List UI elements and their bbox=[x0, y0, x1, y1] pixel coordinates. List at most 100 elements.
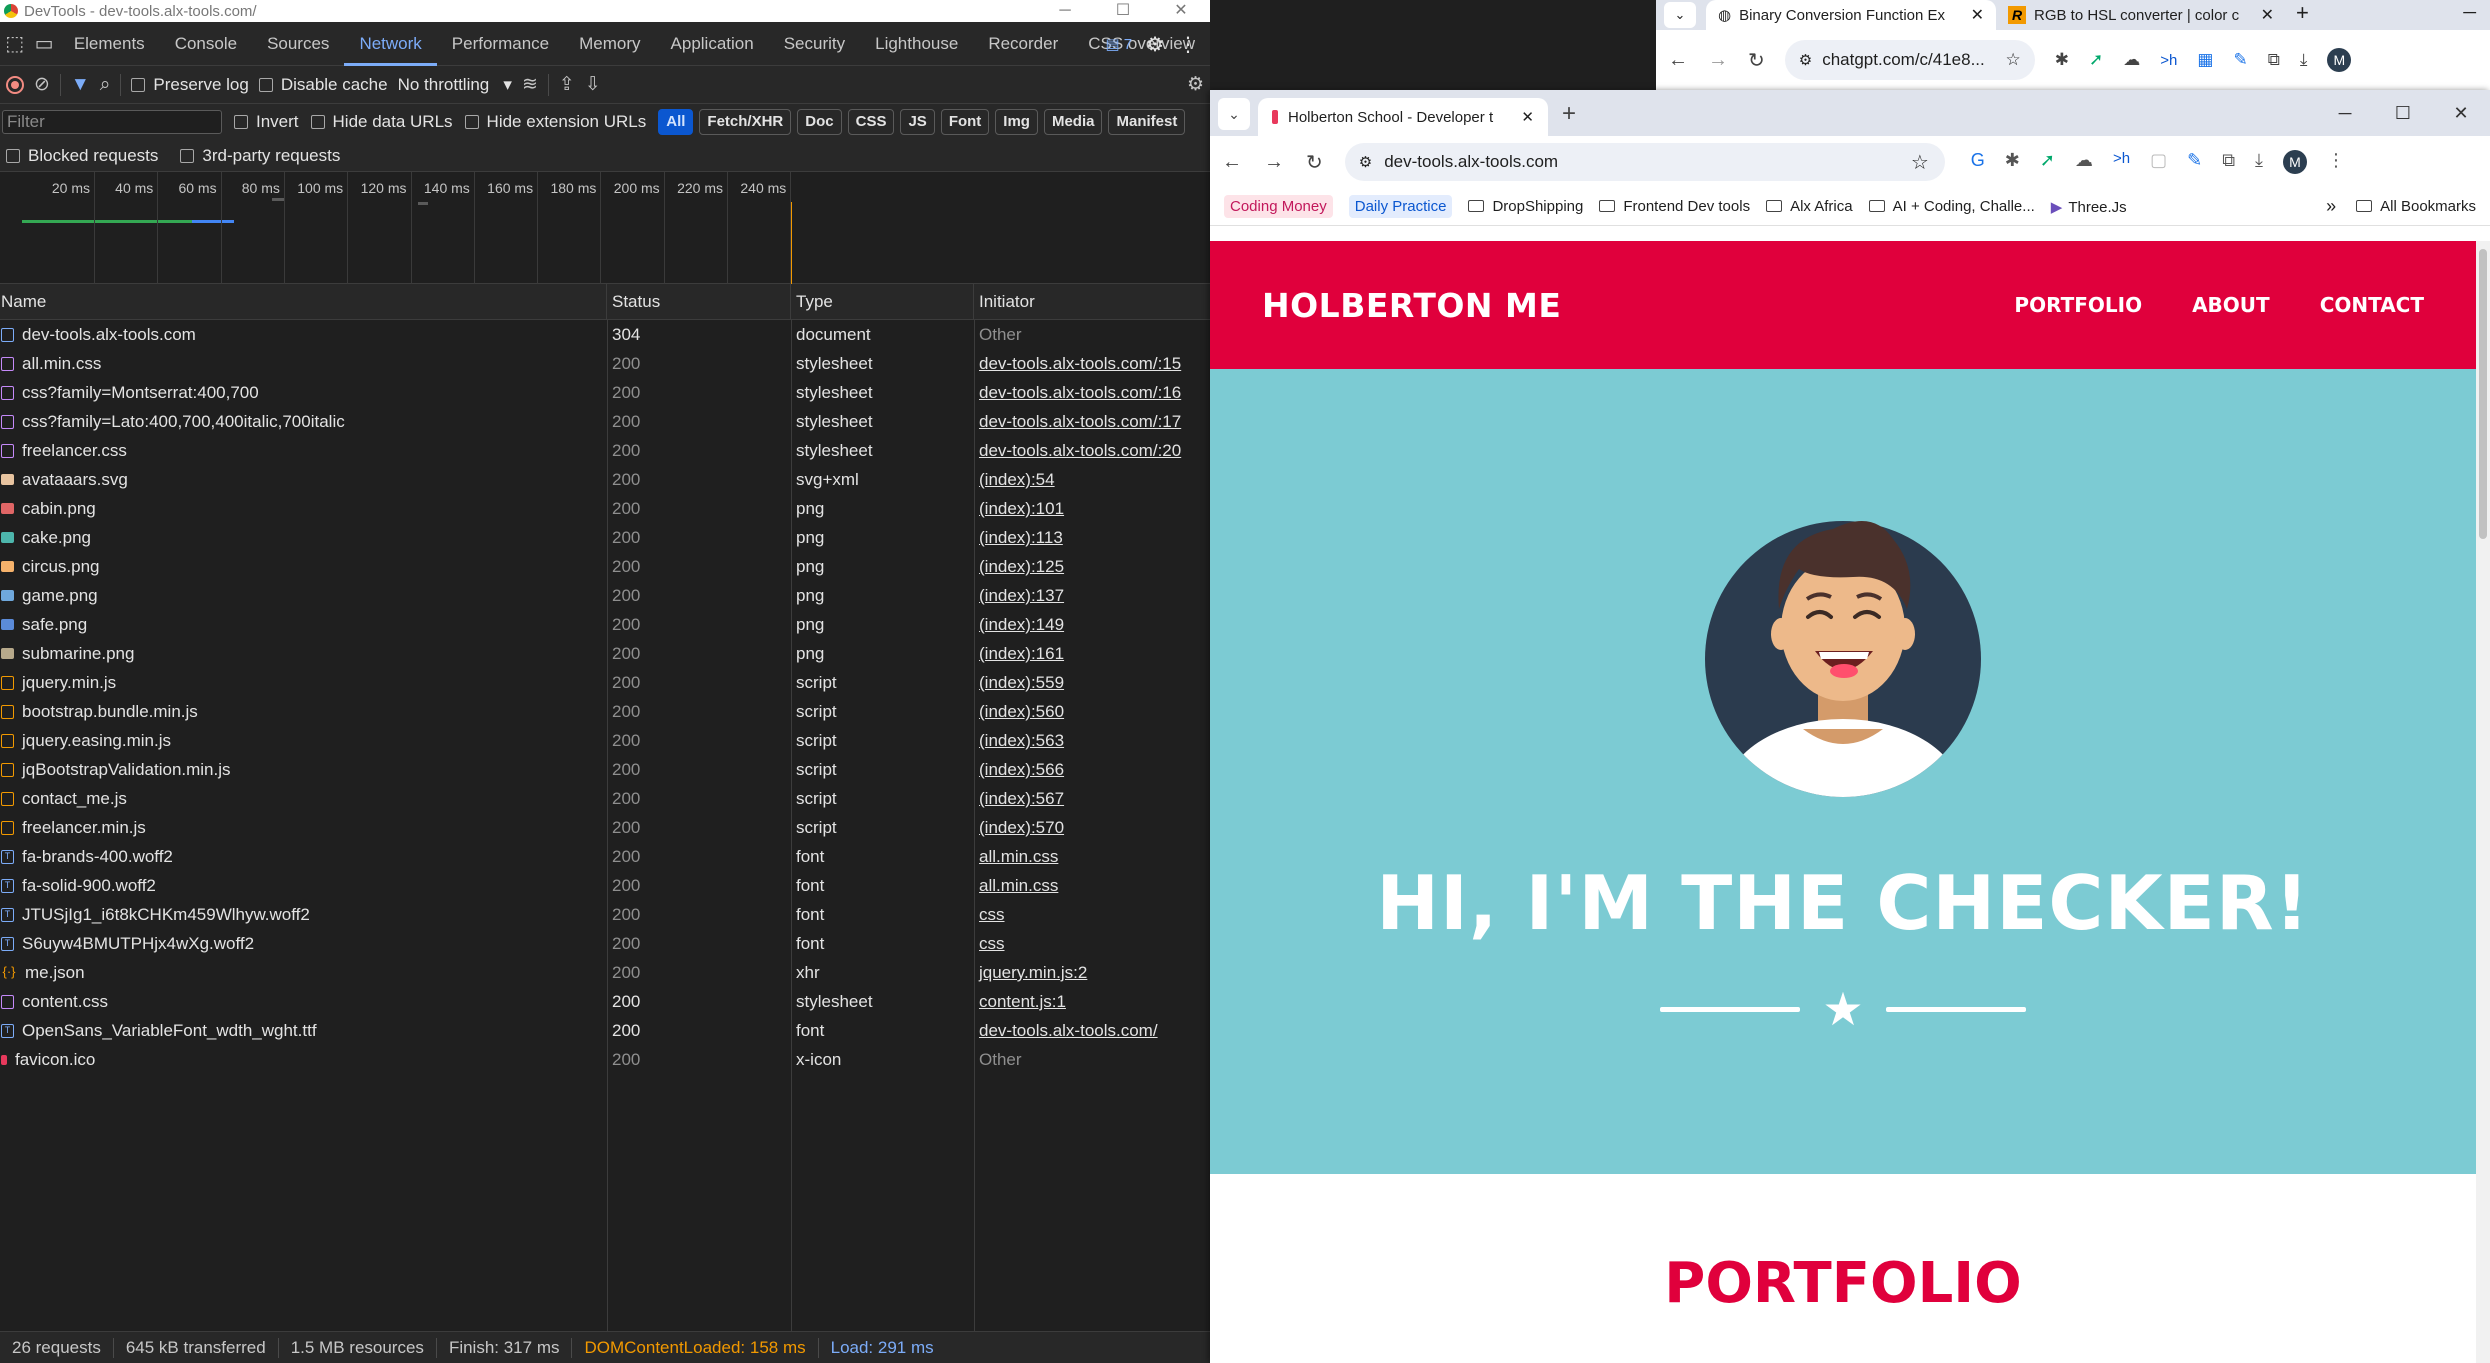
request-row[interactable]: css?family=Lato:400,700,400italic,700ita… bbox=[0, 407, 1210, 436]
type-filter-fetch-xhr[interactable]: Fetch/XHR bbox=[699, 109, 792, 135]
browser-menu-icon[interactable]: ⋮ bbox=[2327, 150, 2345, 174]
type-filter-css[interactable]: CSS bbox=[847, 109, 895, 135]
bookmark-star-icon[interactable]: ☆ bbox=[2006, 50, 2021, 70]
extension-grid-icon[interactable]: ▦ bbox=[2197, 50, 2213, 70]
downloads-icon[interactable]: ⤓ bbox=[2255, 150, 2263, 174]
request-name-cell[interactable]: circus.png bbox=[0, 552, 607, 581]
request-row[interactable]: contact_me.js 200 script (index):567 bbox=[0, 784, 1210, 813]
tab-performance[interactable]: Performance bbox=[437, 22, 564, 66]
request-row[interactable]: T JTUSjIg1_i6t8kCHKm459Wlhyw.woff2 200 font… bbox=[0, 900, 1210, 929]
request-initiator[interactable]: (index):563 bbox=[974, 726, 1210, 755]
bookmark-folder-alx-africa[interactable]: Alx Africa bbox=[1766, 198, 1853, 215]
tab-sources[interactable]: Sources bbox=[252, 22, 344, 66]
extension-cursor-icon[interactable]: ➚ bbox=[2089, 50, 2103, 70]
tab-recorder[interactable]: Recorder bbox=[973, 22, 1073, 66]
extension-h-icon[interactable]: >h bbox=[2113, 150, 2130, 174]
request-name-cell[interactable]: jquery.easing.min.js bbox=[0, 726, 607, 755]
minimize-icon[interactable]: ─ bbox=[2316, 90, 2374, 136]
tab-console[interactable]: Console bbox=[160, 22, 252, 66]
request-initiator[interactable]: (index):149 bbox=[974, 610, 1210, 639]
export-har-icon[interactable]: ⇩ bbox=[585, 73, 601, 96]
request-name-cell[interactable]: safe.png bbox=[0, 610, 607, 639]
request-name-cell[interactable]: jquery.min.js bbox=[0, 668, 607, 697]
request-name-cell[interactable]: cabin.png bbox=[0, 494, 607, 523]
device-toolbar-icon[interactable]: ▭ bbox=[29, 22, 58, 66]
request-initiator[interactable]: css bbox=[974, 929, 1210, 958]
request-name-cell[interactable]: Tfa-brands-400.woff2 bbox=[0, 842, 607, 871]
request-initiator[interactable]: all.min.css bbox=[974, 842, 1210, 871]
request-row[interactable]: safe.png 200 png (index):149 bbox=[0, 610, 1210, 639]
filter-input[interactable]: Filter bbox=[2, 110, 222, 134]
extension-bug-icon[interactable]: ✱ bbox=[2055, 50, 2069, 70]
request-row[interactable]: dev-tools.alx-tools.com 304 document Other bbox=[0, 320, 1210, 349]
extension-bug-icon[interactable]: ✱ bbox=[2005, 150, 2020, 174]
request-row[interactable]: freelancer.min.js 200 script (index):570 bbox=[0, 813, 1210, 842]
nav-link-portfolio[interactable]: PORTFOLIO bbox=[2014, 293, 2142, 317]
new-tab-icon[interactable]: + bbox=[2296, 0, 2309, 26]
maximize-icon[interactable]: ☐ bbox=[2374, 90, 2432, 136]
request-initiator[interactable]: dev-tools.alx-tools.com/:15 bbox=[974, 349, 1210, 378]
inspect-element-icon[interactable]: ⬚ bbox=[0, 22, 29, 66]
request-name-cell[interactable]: freelancer.min.js bbox=[0, 813, 607, 842]
request-row[interactable]: cabin.png 200 png (index):101 bbox=[0, 494, 1210, 523]
type-filter-js[interactable]: JS bbox=[900, 109, 935, 135]
more-bookmarks-icon[interactable]: » bbox=[2326, 196, 2336, 217]
request-row[interactable]: content.css 200 stylesheet content.js:1 bbox=[0, 987, 1210, 1016]
request-name-cell[interactable]: freelancer.css bbox=[0, 436, 607, 465]
request-row[interactable]: Tfa-solid-900.woff2 200 font all.min.css bbox=[0, 871, 1210, 900]
request-initiator[interactable]: dev-tools.alx-tools.com/:17 bbox=[974, 407, 1210, 436]
request-name-cell[interactable]: jqBootstrapValidation.min.js bbox=[0, 755, 607, 784]
preserve-log-checkbox[interactable]: Preserve log bbox=[131, 75, 249, 95]
request-row[interactable]: favicon.ico 200 x-icon Other bbox=[0, 1045, 1210, 1074]
nav-link-about[interactable]: ABOUT bbox=[2192, 293, 2270, 317]
type-filter-font[interactable]: Font bbox=[940, 109, 990, 135]
profile-avatar[interactable]: M bbox=[2327, 48, 2352, 72]
hide-data-urls-checkbox[interactable]: Hide data URLs bbox=[310, 112, 453, 132]
bookmark-threejs[interactable]: ▶ Three.Js bbox=[2051, 198, 2127, 216]
request-initiator[interactable]: all.min.css bbox=[974, 871, 1210, 900]
request-initiator[interactable]: dev-tools.alx-tools.com/ bbox=[974, 1016, 1210, 1045]
tab-search-icon[interactable]: ⌄ bbox=[1664, 2, 1696, 28]
request-name-cell[interactable]: all.min.css bbox=[0, 349, 607, 378]
throttling-select[interactable]: No throttling ▾ bbox=[398, 75, 512, 95]
page-scrollbar[interactable] bbox=[2476, 241, 2490, 1363]
request-name-cell[interactable]: css?family=Lato:400,700,400italic,700ita… bbox=[0, 407, 607, 436]
extension-pen-icon[interactable]: ✎ bbox=[2187, 150, 2202, 174]
request-row[interactable]: submarine.png 200 png (index):161 bbox=[0, 639, 1210, 668]
stop-recording-button[interactable] bbox=[6, 75, 24, 94]
request-initiator[interactable]: (index):113 bbox=[974, 523, 1210, 552]
request-name-cell[interactable]: favicon.ico bbox=[0, 1045, 607, 1074]
request-name-cell[interactable]: bootstrap.bundle.min.js bbox=[0, 697, 607, 726]
extension-cloud-icon[interactable]: ☁ bbox=[2075, 150, 2093, 174]
request-row[interactable]: jquery.min.js 200 script (index):559 bbox=[0, 668, 1210, 697]
close-tab-icon[interactable]: ✕ bbox=[1971, 5, 1984, 25]
issues-badge[interactable]: ▤ 7 bbox=[1105, 35, 1132, 53]
background-address-bar[interactable]: ⚙ chatgpt.com/c/41e8... ☆ bbox=[1784, 40, 2035, 80]
request-initiator[interactable]: jquery.min.js:2 bbox=[974, 958, 1210, 987]
request-initiator[interactable]: (index):54 bbox=[974, 465, 1210, 494]
tab-search-icon[interactable]: ⌄ bbox=[1218, 98, 1250, 130]
request-initiator[interactable]: (index):161 bbox=[974, 639, 1210, 668]
request-initiator[interactable]: (index):137 bbox=[974, 581, 1210, 610]
request-initiator[interactable]: dev-tools.alx-tools.com/:20 bbox=[974, 436, 1210, 465]
extension-cloud-icon[interactable]: ☁ bbox=[2123, 50, 2140, 70]
web-page-viewport[interactable]: HOLBERTON ME PORTFOLIO ABOUT CONTACT HI,… bbox=[1210, 241, 2476, 1363]
bookmark-daily-practice[interactable]: Daily Practice bbox=[1348, 195, 1453, 218]
tab-binary-conversion[interactable]: ◍ Binary Conversion Function Ex ✕ bbox=[1706, 0, 1996, 30]
all-bookmarks-folder[interactable]: All Bookmarks bbox=[2356, 198, 2476, 215]
request-initiator[interactable]: (index):566 bbox=[974, 755, 1210, 784]
type-filter-manifest[interactable]: Manifest bbox=[1108, 109, 1186, 135]
request-initiator[interactable]: (index):560 bbox=[974, 697, 1210, 726]
request-name-cell[interactable]: submarine.png bbox=[0, 639, 607, 668]
invert-checkbox[interactable]: Invert bbox=[234, 112, 299, 132]
column-header-initiator[interactable]: Initiator bbox=[974, 284, 1210, 319]
column-header-name[interactable]: Name bbox=[0, 284, 607, 319]
clear-log-icon[interactable]: ⊘ bbox=[34, 73, 50, 96]
back-arrow-icon[interactable]: ← bbox=[1222, 151, 1242, 174]
request-initiator[interactable]: (index):567 bbox=[974, 784, 1210, 813]
close-tab-icon[interactable]: ✕ bbox=[2261, 5, 2274, 25]
back-arrow-icon[interactable]: ← bbox=[1668, 49, 1688, 72]
third-party-requests-checkbox[interactable]: 3rd-party requests bbox=[180, 146, 340, 166]
request-name-cell[interactable]: T S6uyw4BMUTPHjx4wXg.woff2 bbox=[0, 929, 607, 958]
tab-elements[interactable]: Elements bbox=[59, 22, 160, 66]
